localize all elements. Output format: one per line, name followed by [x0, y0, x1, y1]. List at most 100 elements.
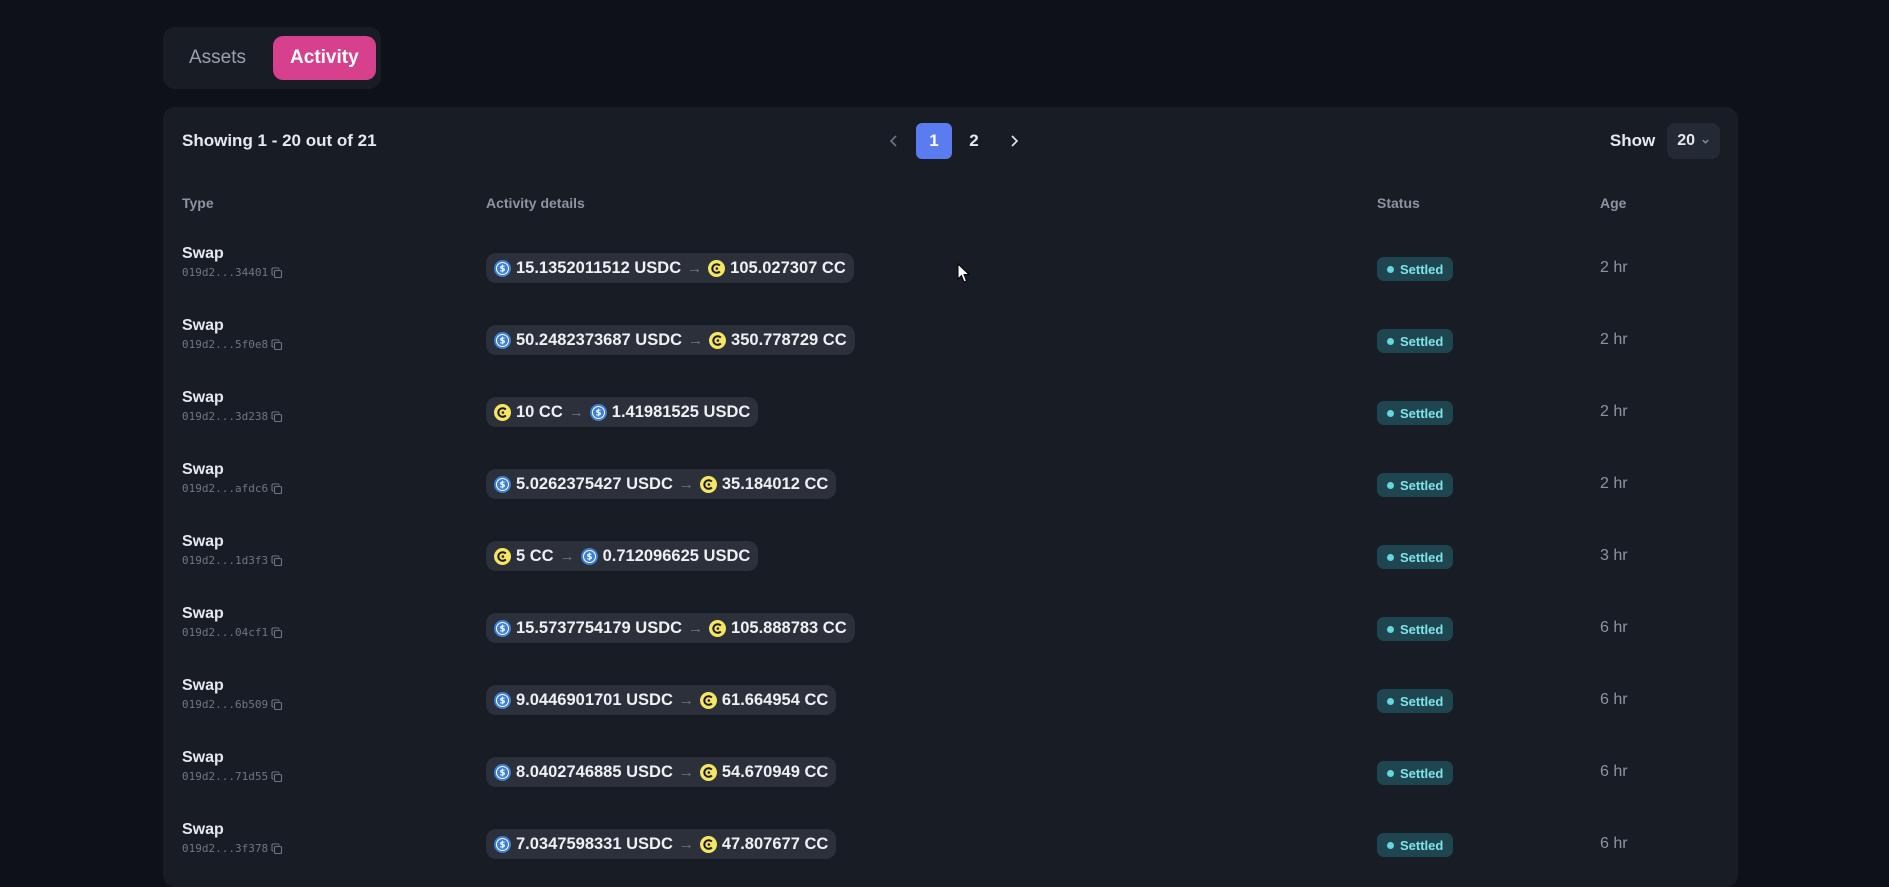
to-amount: 61.664954 CC [721, 690, 829, 709]
usdc-coin-icon: $ [494, 619, 511, 637]
row-type: Swap [182, 533, 224, 550]
table-row[interactable]: Swap 019d2...3f378 $7.0347598331 USDC → 47.8… [163, 809, 1738, 881]
page-size-select[interactable]: 20 [1667, 123, 1720, 159]
copy-icon[interactable] [271, 482, 283, 495]
activity-details-pill: $50.2482373687 USDC → 350.778729 CC [486, 325, 855, 355]
from-amount: 10 CC [516, 402, 563, 421]
status-badge: Settled [1377, 545, 1454, 569]
prev-page-button[interactable] [876, 123, 912, 159]
row-type-cell: Swap 019d2...3d238 [182, 389, 283, 423]
usdc-coin-icon: $ [494, 763, 511, 781]
row-type: Swap [182, 605, 224, 622]
row-type-cell: Swap 019d2...6b509 [182, 677, 283, 711]
copy-icon[interactable] [271, 410, 283, 423]
status-badge: Settled [1377, 473, 1454, 497]
table-toolbar: Showing 1 - 20 out of 21 1 2 Show 20 [163, 107, 1738, 177]
usdc-coin-icon: $ [494, 259, 511, 277]
activity-details-pill: $9.0446901701 USDC → 61.664954 CC [486, 685, 837, 715]
svg-text:$: $ [500, 840, 506, 850]
status-text: Settled [1400, 261, 1444, 277]
next-page-button[interactable] [996, 123, 1032, 159]
activity-details-pill: 10 CC → $1.41981525 USDC [486, 397, 759, 427]
row-type-cell: Swap 019d2...3f378 [182, 821, 283, 855]
usdc-coin-icon: $ [494, 691, 511, 709]
from-amount: 15.5737754179 USDC [516, 618, 683, 637]
copy-icon[interactable] [271, 338, 283, 351]
svg-text:$: $ [595, 408, 601, 418]
row-type-cell: Swap 019d2...5f0e8 [182, 317, 283, 351]
page-2-button[interactable]: 2 [956, 123, 992, 159]
table-row[interactable]: Swap 019d2...afdc6 $5.0262375427 USDC → 35.1… [163, 449, 1738, 521]
chevron-right-icon [1011, 135, 1019, 147]
arrow-right-icon: → [678, 835, 694, 853]
copy-icon[interactable] [271, 698, 283, 711]
tx-id-text: 019d2...5f0e8 [182, 338, 269, 351]
status-dot-icon [1387, 769, 1394, 777]
to-amount: 35.184012 CC [721, 474, 829, 493]
row-tx-id: 019d2...3d238 [182, 410, 283, 423]
from-amount: 9.0446901701 USDC [516, 690, 673, 709]
usdc-coin-icon: $ [589, 403, 607, 421]
copy-icon[interactable] [271, 266, 283, 279]
activity-details-pill: $15.5737754179 USDC → 105.888783 CC [486, 613, 855, 643]
from-amount: 7.0347598331 USDC [516, 834, 673, 853]
cc-coin-icon [708, 259, 726, 277]
from-amount: 5.0262375427 USDC [516, 474, 673, 493]
row-age: 6 hr [1600, 619, 1628, 636]
results-summary: Showing 1 - 20 out of 21 [182, 131, 377, 150]
row-type: Swap [182, 677, 224, 694]
to-amount: 47.807677 CC [721, 834, 829, 853]
cc-coin-icon [494, 403, 511, 421]
row-age: 2 hr [1600, 331, 1628, 348]
copy-icon[interactable] [271, 554, 283, 567]
chevron-left-icon [889, 135, 897, 147]
arrow-right-icon: → [688, 619, 704, 637]
row-type: Swap [182, 461, 224, 478]
table-row[interactable]: Swap 019d2...04cf1 $15.5737754179 USDC → 105… [163, 593, 1738, 665]
row-tx-id: 019d2...71d55 [182, 770, 283, 783]
arrow-right-icon: → [678, 475, 694, 493]
to-amount: 0.712096625 USDC [602, 546, 751, 565]
copy-icon[interactable] [271, 842, 283, 855]
status-text: Settled [1400, 837, 1444, 853]
status-text: Settled [1400, 621, 1444, 637]
svg-text:$: $ [500, 336, 506, 346]
chevron-down-icon [1702, 139, 1709, 144]
svg-text:$: $ [500, 624, 506, 634]
copy-icon[interactable] [271, 626, 283, 639]
row-age: 2 hr [1600, 403, 1628, 420]
tab-activity[interactable]: Activity [273, 36, 376, 80]
column-header-details: Activity details [486, 195, 585, 211]
tx-id-text: 019d2...04cf1 [182, 626, 269, 639]
status-text: Settled [1400, 405, 1444, 421]
table-body: Swap 019d2...34401 $15.1352011512 USDC → 105… [163, 233, 1738, 881]
usdc-coin-icon: $ [494, 835, 511, 853]
row-type: Swap [182, 317, 224, 334]
tx-id-text: 019d2...3d238 [182, 410, 269, 423]
activity-details-pill: 5 CC → $0.712096625 USDC [486, 541, 759, 571]
table-row[interactable]: Swap 019d2...34401 $15.1352011512 USDC → 105… [163, 233, 1738, 305]
svg-text:$: $ [500, 480, 506, 490]
tx-id-text: 019d2...3f378 [182, 842, 269, 855]
table-row[interactable]: Swap 019d2...6b509 $9.0446901701 USDC → 61.6… [163, 665, 1738, 737]
table-row[interactable]: Swap 019d2...1d3f3 5 CC → $0.712096625 USDC S… [163, 521, 1738, 593]
row-type: Swap [182, 389, 224, 406]
column-header-age: Age [1600, 195, 1627, 211]
to-amount: 105.027307 CC [730, 258, 846, 277]
table-row[interactable]: Swap 019d2...5f0e8 $50.2482373687 USDC → 350… [163, 305, 1738, 377]
table-row[interactable]: Swap 019d2...3d238 10 CC → $1.41981525 USDC S… [163, 377, 1738, 449]
to-amount: 1.41981525 USDC [611, 402, 751, 421]
page-size-control: Show 20 [1610, 123, 1720, 159]
tab-assets[interactable]: Assets [172, 36, 263, 80]
activity-details-pill: $8.0402746885 USDC → 54.670949 CC [486, 757, 837, 787]
status-text: Settled [1400, 333, 1444, 349]
row-tx-id: 019d2...04cf1 [182, 626, 283, 639]
row-age: 6 hr [1600, 835, 1628, 852]
show-label: Show [1609, 131, 1656, 150]
from-amount: 5 CC [516, 546, 554, 565]
row-type-cell: Swap 019d2...71d55 [182, 749, 283, 783]
page-1-button[interactable]: 1 [916, 123, 952, 159]
table-row[interactable]: Swap 019d2...71d55 $8.0402746885 USDC → 54.6… [163, 737, 1738, 809]
copy-icon[interactable] [271, 770, 283, 783]
from-amount: 15.1352011512 USDC [516, 258, 682, 277]
